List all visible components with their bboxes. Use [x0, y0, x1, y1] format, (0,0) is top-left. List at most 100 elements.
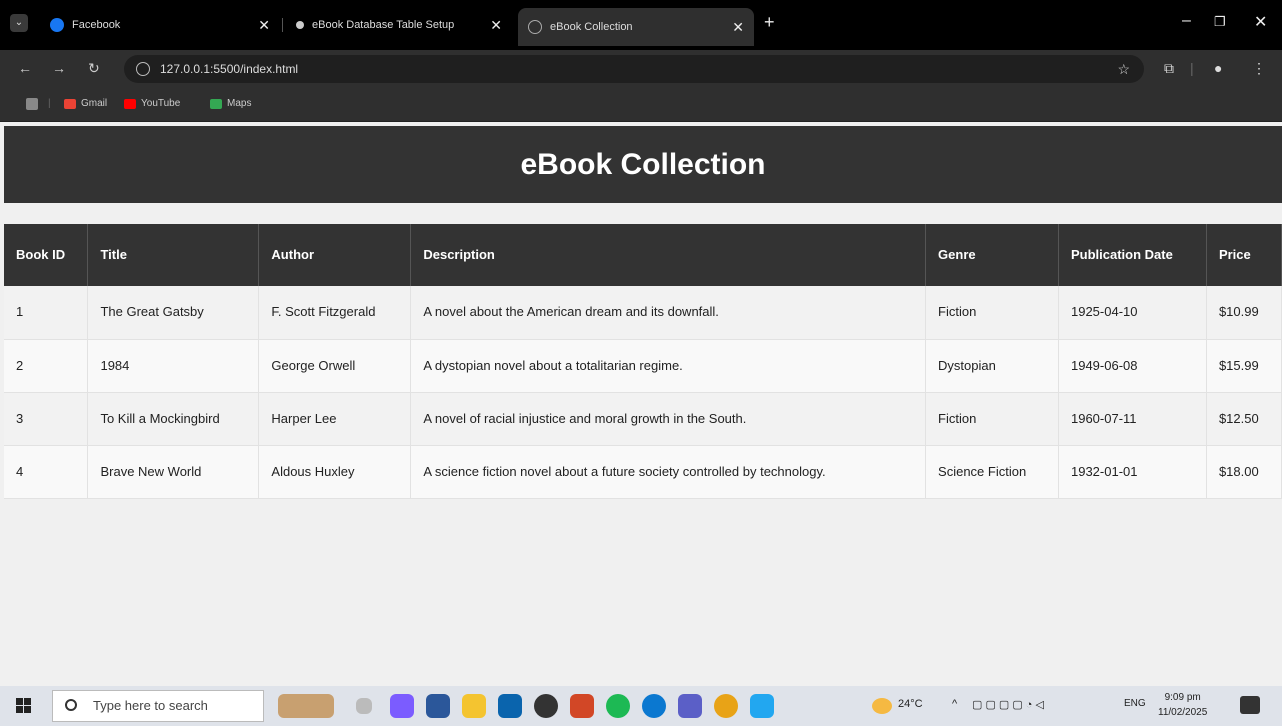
task-view-icon[interactable]	[356, 698, 372, 714]
column-header: Genre	[925, 224, 1059, 286]
table-cell: George Orwell	[258, 339, 412, 393]
copilot-icon[interactable]	[390, 694, 414, 718]
table-cell: F. Scott Fitzgerald	[258, 286, 412, 340]
mail-icon[interactable]	[498, 694, 522, 718]
tab-ebook-database[interactable]: eBook Database Table Setup ✕	[286, 8, 512, 42]
table-cell: 1984	[87, 339, 260, 393]
tab-title: Facebook	[72, 19, 121, 31]
page-header: eBook Collection	[4, 126, 1282, 203]
table-cell: Harper Lee	[258, 392, 412, 446]
tab-title: eBook Collection	[550, 21, 633, 33]
table-cell: $15.99	[1206, 339, 1282, 393]
show-hidden-icons-icon[interactable]: ^	[952, 698, 957, 710]
column-header: Author	[258, 224, 412, 286]
reload-icon[interactable]: ↻	[88, 60, 100, 77]
facebook-icon	[50, 18, 64, 32]
close-window-button[interactable]: ✕	[1254, 12, 1267, 32]
word-icon[interactable]	[426, 694, 450, 718]
table-cell: 4	[4, 445, 89, 499]
clock[interactable]: 9:09 pm 11/02/2025	[1158, 690, 1207, 720]
system-tray-icons[interactable]: ▢ ▢ ▢ ▢ ◔ ◁	[972, 698, 1044, 711]
table-cell: $10.99	[1206, 286, 1282, 340]
powerpoint-icon[interactable]	[570, 694, 594, 718]
forward-icon[interactable]: →	[52, 60, 66, 76]
table-header-row: Book ID Title Author Description Genre P…	[4, 224, 1282, 286]
windows-start-icon[interactable]	[16, 698, 32, 714]
language-indicator[interactable]: ENG	[1124, 698, 1146, 709]
vscode-icon[interactable]	[750, 694, 774, 718]
column-header: Title	[87, 224, 260, 286]
bookmark-label: Maps	[227, 98, 252, 109]
url-text: 127.0.0.1:5500/index.html	[160, 62, 299, 76]
youtube-icon	[124, 98, 136, 109]
table-row: 1 The Great Gatsby F. Scott Fitzgerald A…	[4, 286, 1282, 340]
extensions-icon[interactable]: ⧉	[1164, 60, 1174, 77]
table-cell: 1925-04-10	[1058, 286, 1207, 340]
messenger-icon[interactable]	[642, 694, 666, 718]
weather-icon[interactable]	[872, 698, 892, 714]
new-tab-button[interactable]: +	[764, 12, 775, 33]
globe-icon	[528, 20, 542, 34]
apps-icon	[26, 98, 38, 110]
table-cell: Science Fiction	[925, 445, 1059, 499]
taskbar: Type here to search 24°C ^ ▢ ▢ ▢ ▢ ◔ ◁ E…	[0, 686, 1282, 726]
clock-time: 9:09 pm	[1164, 692, 1201, 703]
apps-grid-icon[interactable]	[26, 98, 43, 110]
profile-icon[interactable]: ●	[1214, 60, 1222, 76]
browser-toolbar: ← → ↻ 127.0.0.1:5500/index.html ☆ ⧉ | ● …	[0, 50, 1282, 88]
table-cell: A dystopian novel about a totalitarian r…	[410, 339, 927, 393]
back-icon[interactable]: ←	[18, 60, 32, 76]
page-title: eBook Collection	[520, 147, 766, 181]
bookmarks-divider: |	[48, 98, 51, 109]
table-cell: 1932-01-01	[1058, 445, 1207, 499]
table-cell: Fiction	[925, 286, 1059, 340]
bookmark-maps[interactable]: Maps	[210, 98, 251, 109]
tab-title: eBook Database Table Setup	[312, 19, 455, 31]
chrome-icon[interactable]	[714, 694, 738, 718]
table-row: 2 1984 George Orwell A dystopian novel a…	[4, 339, 1282, 393]
search-highlight-image[interactable]	[278, 694, 334, 718]
close-icon[interactable]: ✕	[490, 17, 502, 34]
table-cell: $12.50	[1206, 392, 1282, 446]
bookmark-label: Gmail	[81, 98, 108, 109]
tab-ebook-collection[interactable]: eBook Collection ✕	[518, 8, 754, 46]
bookmark-gmail[interactable]: Gmail	[64, 98, 107, 109]
table-cell: 2	[4, 339, 89, 393]
spotify-icon[interactable]	[606, 694, 630, 718]
file-explorer-icon[interactable]	[462, 694, 486, 718]
taskbar-search-input[interactable]: Type here to search	[52, 690, 264, 722]
tab-strip: ⌄ Facebook ✕ eBook Database Table Setup …	[0, 0, 1282, 50]
site-info-icon[interactable]	[136, 62, 150, 76]
table-cell: Fiction	[925, 392, 1059, 446]
tab-facebook[interactable]: Facebook ✕	[40, 8, 280, 42]
toolbar-divider: |	[1190, 60, 1194, 76]
table-cell: Brave New World	[87, 445, 260, 499]
maps-icon	[210, 98, 222, 109]
notifications-icon[interactable]	[1240, 696, 1260, 714]
bookmark-star-icon[interactable]: ☆	[1117, 55, 1130, 83]
table-cell: 1960-07-11	[1058, 392, 1207, 446]
table-cell: A novel of racial injustice and moral gr…	[410, 392, 927, 446]
bookmarks-bar: | Gmail YouTube Maps	[0, 88, 1282, 122]
table-cell: A novel about the American dream and its…	[410, 286, 927, 340]
menu-kebab-icon[interactable]: ⋮	[1252, 60, 1266, 77]
table-cell: Aldous Huxley	[258, 445, 412, 499]
web-page: eBook Collection Book ID Title Author De…	[4, 126, 1282, 682]
table-row: 3 To Kill a Mockingbird Harper Lee A nov…	[4, 392, 1282, 446]
dell-icon[interactable]	[534, 694, 558, 718]
table-cell: $18.00	[1206, 445, 1282, 499]
restore-button[interactable]: ❐	[1214, 14, 1226, 30]
weather-temp[interactable]: 24°C	[898, 698, 923, 710]
column-header: Price	[1206, 224, 1282, 286]
table-row: 4 Brave New World Aldous Huxley A scienc…	[4, 445, 1282, 499]
table-cell: To Kill a Mockingbird	[87, 392, 260, 446]
tab-separator	[282, 18, 283, 32]
bookmark-youtube[interactable]: YouTube	[124, 98, 180, 109]
teams-icon[interactable]	[678, 694, 702, 718]
minimize-button[interactable]: –	[1182, 12, 1191, 30]
close-icon[interactable]: ✕	[732, 19, 744, 36]
address-bar[interactable]: 127.0.0.1:5500/index.html ☆	[124, 55, 1144, 83]
dot-icon	[296, 21, 304, 29]
close-icon[interactable]: ✕	[258, 17, 270, 34]
tab-search-button[interactable]: ⌄	[10, 14, 28, 32]
